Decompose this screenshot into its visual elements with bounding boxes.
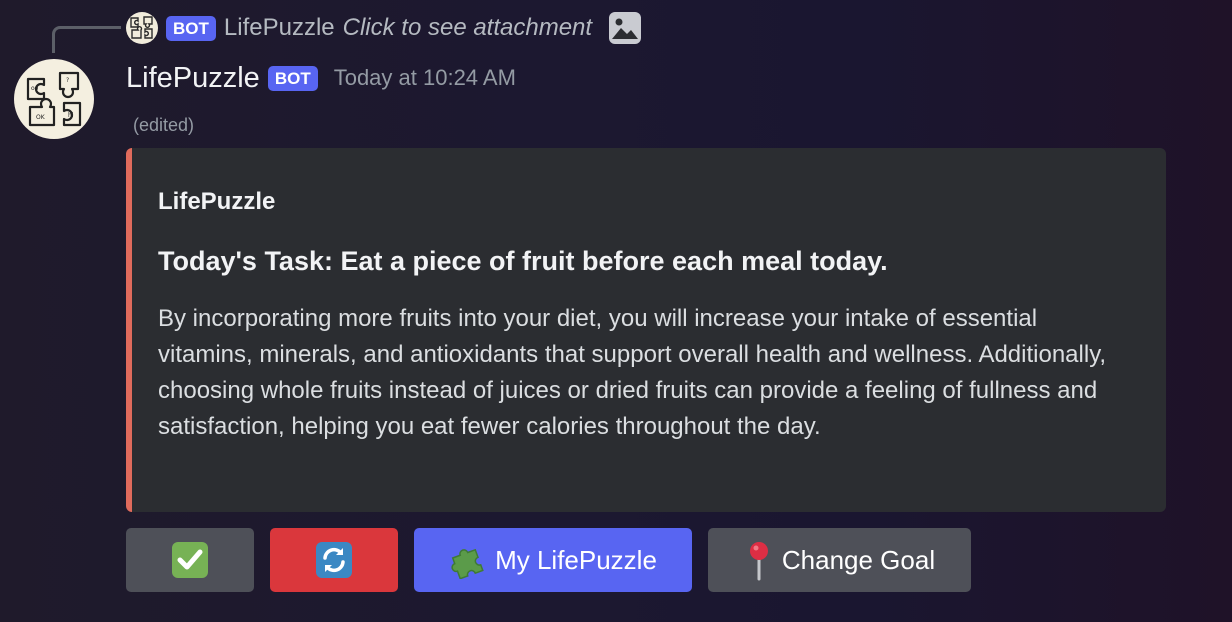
- complete-task-button[interactable]: [126, 528, 254, 592]
- edited-label: (edited): [133, 115, 195, 135]
- puzzle-avatar-icon: [130, 16, 153, 39]
- image-icon[interactable]: [608, 11, 642, 45]
- svg-text:oo: oo: [31, 85, 39, 92]
- embed-title: Today's Task: Eat a piece of fruit befor…: [158, 246, 888, 276]
- puzzle-avatar-icon: oo ? OK hi: [26, 71, 82, 127]
- svg-text:OK: OK: [36, 114, 46, 121]
- bot-tag: BOT: [267, 65, 318, 91]
- embed-description: By incorporating more fruits into your d…: [158, 305, 1107, 440]
- change-goal-button[interactable]: Change Goal: [708, 528, 971, 592]
- embed-card: LifePuzzle Today's Task: Eat a piece of …: [126, 148, 1166, 512]
- puzzle-piece-icon: [451, 548, 484, 579]
- reply-bot-tag: BOT: [166, 15, 216, 41]
- change-goal-label: Change Goal: [781, 544, 936, 575]
- check-mark-icon: [172, 542, 208, 578]
- reply-connector-line: [52, 26, 121, 53]
- svg-text:hi: hi: [68, 112, 74, 119]
- embed-author: LifePuzzle: [158, 188, 276, 215]
- message-header: LifePuzzle BOT Today at 10:24 AM: [126, 58, 516, 98]
- my-lifepuzzle-label: My LifePuzzle: [495, 544, 657, 575]
- reply-author-name[interactable]: LifePuzzle: [224, 14, 335, 42]
- reply-avatar[interactable]: [126, 12, 158, 44]
- my-lifepuzzle-button[interactable]: My LifePuzzle: [414, 528, 692, 592]
- action-button-row: My LifePuzzle Change Goal: [126, 528, 971, 592]
- new-task-button[interactable]: [270, 528, 398, 592]
- pushpin-icon: [749, 542, 768, 581]
- refresh-icon: [316, 542, 352, 578]
- username[interactable]: LifePuzzle: [126, 62, 260, 95]
- reply-attachment-link[interactable]: Click to see attachment: [343, 14, 592, 42]
- avatar[interactable]: oo ? OK hi: [14, 59, 94, 139]
- reply-preview[interactable]: BOT LifePuzzle Click to see attachment: [126, 10, 642, 46]
- timestamp[interactable]: Today at 10:24 AM: [334, 65, 516, 91]
- svg-text:?: ?: [66, 77, 69, 84]
